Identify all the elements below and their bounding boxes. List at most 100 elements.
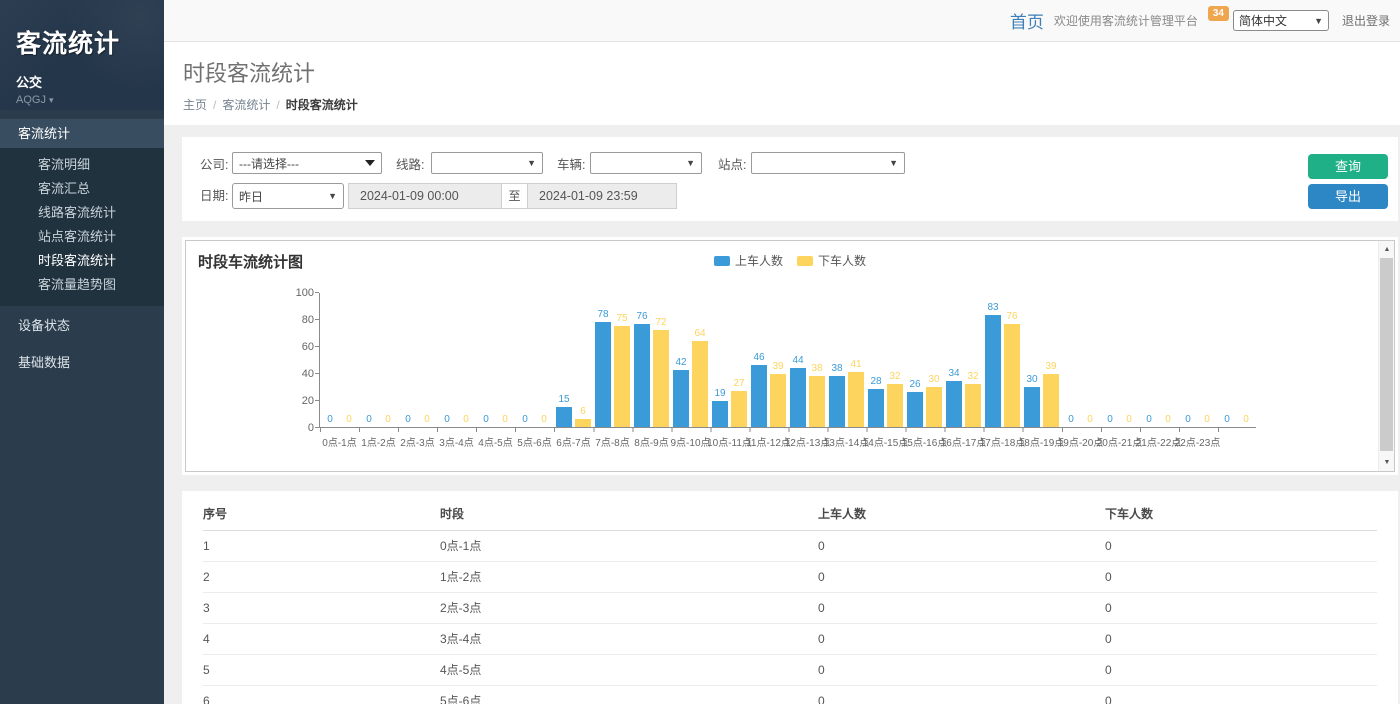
bar-下车人数 [1043,374,1059,427]
x-tick-label: 3点-4点 [439,434,473,449]
bar-group: 343216点-17点 [944,293,983,427]
main-area: 首页 欢迎使用客流统计管理平台 34 简体中文 ▼ 退出登录 时段客流统计 主页… [164,0,1400,704]
bar-wrapper: 0 [400,415,416,427]
sidebar-item-客流量趋势图[interactable]: 客流量趋势图 [0,273,164,297]
breadcrumb-link[interactable]: 主页 [183,98,207,112]
sidebar-section-passenger-stats[interactable]: 客流统计 [0,118,164,148]
bar-wrapper: 0 [1238,415,1254,427]
table-row: 54点-5点00 [203,655,1377,686]
bar-group: 263015点-16点 [905,293,944,427]
bar-wrapper: 0 [1199,415,1215,427]
bar-value-label: 0 [385,415,391,425]
legend-item-上车人数[interactable]: 上车人数 [714,252,783,269]
sidebar-item-客流明细[interactable]: 客流明细 [0,153,164,177]
export-button[interactable]: 导出 [1308,184,1388,209]
bar-value-label: 0 [327,415,333,425]
scrollbar-down-arrow-icon[interactable]: ▼ [1379,455,1395,470]
scrollbar-up-arrow-icon[interactable]: ▲ [1379,242,1395,257]
topbar: 首页 欢迎使用客流统计管理平台 34 简体中文 ▼ 退出登录 [164,0,1400,42]
chevron-down-icon: ▼ [1314,16,1323,26]
table-panel: 序号时段上车人数下车人数 10点-1点0021点-2点0032点-3点0043点… [182,491,1398,704]
query-button[interactable]: 查询 [1308,154,1388,179]
table-cell: 2点-3点 [440,593,818,624]
bar-group: 1566点-7点 [554,293,593,427]
legend-swatch [714,256,730,266]
bar-chart-plot: 000点-1点001点-2点002点-3点003点-4点004点-5点005点-… [319,293,1256,428]
table-row: 21点-2点00 [203,562,1377,593]
sidebar-item-客流汇总[interactable]: 客流汇总 [0,177,164,201]
breadcrumb-link[interactable]: 客流统计 [222,98,270,112]
station-select[interactable]: ▼ [751,152,905,174]
chart-title: 时段车流统计图 [198,251,303,272]
bar-wrapper: 0 [439,415,455,427]
bar-group: 42649点-10点 [671,293,710,427]
bar-value-label: 38 [811,364,822,374]
bar-上车人数 [790,368,806,427]
sidebar-item-基础数据[interactable]: 基础数据 [0,343,164,380]
sidebar-item-时段客流统计[interactable]: 时段客流统计 [0,249,164,273]
bar-wrapper: 0 [380,415,396,427]
legend-item-下车人数[interactable]: 下车人数 [797,252,866,269]
table-cell: 0点-1点 [440,531,818,562]
date-range-separator: 至 [502,183,527,209]
bar-wrapper: 6 [575,407,591,427]
breadcrumb: 主页/客流统计/时段客流统计 [183,96,1400,113]
bar-wrapper: 0 [322,415,338,427]
bar-上车人数 [829,376,845,427]
date-to-input[interactable]: 2024-01-09 23:59 [527,183,677,209]
bar-value-label: 0 [346,415,352,425]
station-label: 站点: [718,154,746,176]
language-select[interactable]: 简体中文 ▼ [1233,10,1329,31]
y-tick-label: 60 [280,340,314,354]
y-tick-label: 20 [280,394,314,408]
table-header-row: 序号时段上车人数下车人数 [203,496,1377,531]
vehicle-select[interactable]: ▼ [590,152,702,174]
scrollbar-thumb[interactable] [1380,258,1393,451]
company-select[interactable]: ---请选择--- [232,152,382,174]
bar-wrapper: 38 [829,364,845,427]
table-cell: 0 [818,686,1105,704]
table-cell: 5点-6点 [440,686,818,704]
bar-value-label: 39 [1045,362,1056,372]
sidebar-submenu: 客流明细客流汇总线路客流统计站点客流统计时段客流统计客流量趋势图 [0,148,164,306]
account-selector[interactable]: AQGJ▾ [16,94,148,106]
table-cell: 0 [1105,562,1377,593]
bar-group: 384113点-14点 [827,293,866,427]
bar-value-label: 15 [558,395,569,405]
sidebar-item-站点客流统计[interactable]: 站点客流统计 [0,225,164,249]
bar-group: 192710点-11点 [710,293,749,427]
bar-上车人数 [595,322,611,427]
sidebar-item-设备状态[interactable]: 设备状态 [0,306,164,343]
line-select[interactable]: ▼ [431,152,543,174]
legend-label: 上车人数 [735,252,783,269]
bar-下车人数 [809,376,825,427]
bar-wrapper: 0 [1219,415,1235,427]
home-link[interactable]: 首页 [1010,8,1044,33]
sidebar-items: 设备状态基础数据 [0,306,164,380]
y-tick-label: 0 [280,421,314,435]
table-row: 32点-3点00 [203,593,1377,624]
bar-group: 0019点-20点 [1061,293,1100,427]
bar-wrapper: 83 [985,303,1001,427]
logout-link[interactable]: 退出登录 [1342,12,1390,29]
bar-wrapper: 0 [517,415,533,427]
bar-wrapper: 27 [731,379,747,427]
chevron-down-icon: ▾ [49,95,54,105]
bar-wrapper: 64 [692,329,708,427]
content: 公司: ---请选择--- 线路: ▼ 车辆: ▼ 站点: ▼ 日期: 昨日▼ … [164,125,1400,704]
bar-上车人数 [556,407,572,427]
bar-value-label: 0 [1243,415,1249,425]
y-tick-label: 100 [280,286,314,300]
bar-wrapper: 0 [361,415,377,427]
bar-wrapper: 76 [634,312,650,427]
bar-wrapper: 0 [1102,415,1118,427]
date-preset-select[interactable]: 昨日▼ [232,183,344,209]
bar-value-label: 42 [675,358,686,368]
bar-group: 004点-5点 [476,293,515,427]
date-from-input[interactable]: 2024-01-09 00:00 [348,183,502,209]
bar-value-label: 0 [444,415,450,425]
table-cell: 0 [1105,593,1377,624]
bar-wrapper: 15 [556,395,572,427]
bar-下车人数 [965,384,981,427]
sidebar-item-线路客流统计[interactable]: 线路客流统计 [0,201,164,225]
